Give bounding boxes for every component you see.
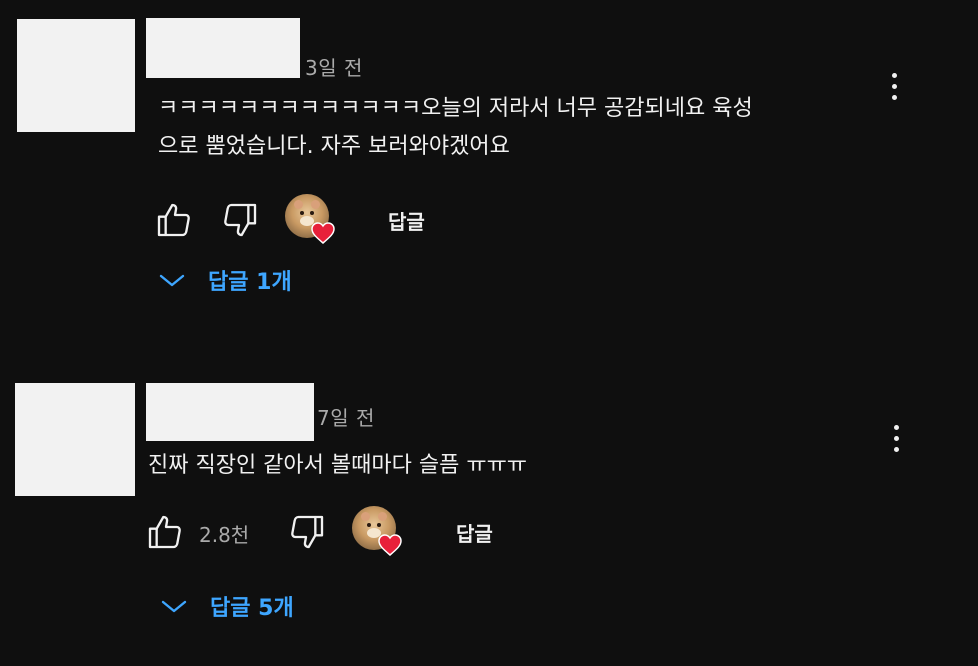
view-replies-button[interactable]: 답글 5개 (160, 590, 294, 622)
more-vert-icon-dot (891, 83, 897, 89)
more-vert-icon (893, 424, 899, 430)
dislike-button[interactable] (218, 198, 262, 242)
chevron-down-icon (159, 274, 185, 287)
author-name-redacted[interactable] (146, 383, 314, 441)
more-vert-icon-dot (893, 435, 899, 441)
chevron-down-icon (161, 600, 187, 613)
thumb-down-icon (291, 515, 324, 549)
more-vert-icon-dot (893, 446, 899, 452)
more-actions-button[interactable] (884, 418, 908, 458)
author-name-redacted[interactable] (146, 18, 300, 78)
comment-timestamp[interactable]: 3일 전 (305, 52, 363, 81)
comment-text: 진짜 직장인 같아서 볼때마다 슬픔 ㅠㅠㅠ (148, 453, 528, 478)
like-button[interactable] (143, 510, 187, 554)
view-replies-label: 답글 1개 (208, 270, 292, 295)
comment-text: ㅋㅋㅋㅋㅋㅋㅋㅋㅋㅋㅋㅋㅋ오늘의 저라서 너무 공감되네요 육성 으로 뿜었습니… (158, 96, 753, 159)
heart-icon (311, 222, 335, 244)
avatar[interactable] (15, 383, 135, 496)
reply-button[interactable]: 답글 (456, 518, 493, 547)
thumb-up-icon (148, 515, 181, 549)
creator-heart-badge (285, 194, 335, 244)
thumb-up-icon (157, 203, 190, 237)
view-replies-label: 답글 5개 (210, 596, 294, 621)
thumb-down-icon (224, 203, 257, 237)
view-replies-button[interactable]: 답글 1개 (158, 264, 292, 296)
reply-button[interactable]: 답글 (388, 206, 425, 235)
more-vert-icon (891, 72, 897, 78)
comments-page: 3일 전 ㅋㅋㅋㅋㅋㅋㅋㅋㅋㅋㅋㅋㅋ오늘의 저라서 너무 공감되네요 육성 으로… (0, 0, 978, 666)
avatar[interactable] (17, 19, 135, 132)
heart-icon (378, 534, 402, 556)
more-actions-button[interactable] (882, 66, 906, 106)
like-count: 2.8천 (199, 523, 250, 547)
dislike-button[interactable] (285, 510, 329, 554)
creator-heart-badge (352, 506, 402, 556)
comment-timestamp[interactable]: 7일 전 (317, 402, 375, 431)
more-vert-icon-dot (891, 94, 897, 100)
like-button[interactable] (152, 198, 196, 242)
